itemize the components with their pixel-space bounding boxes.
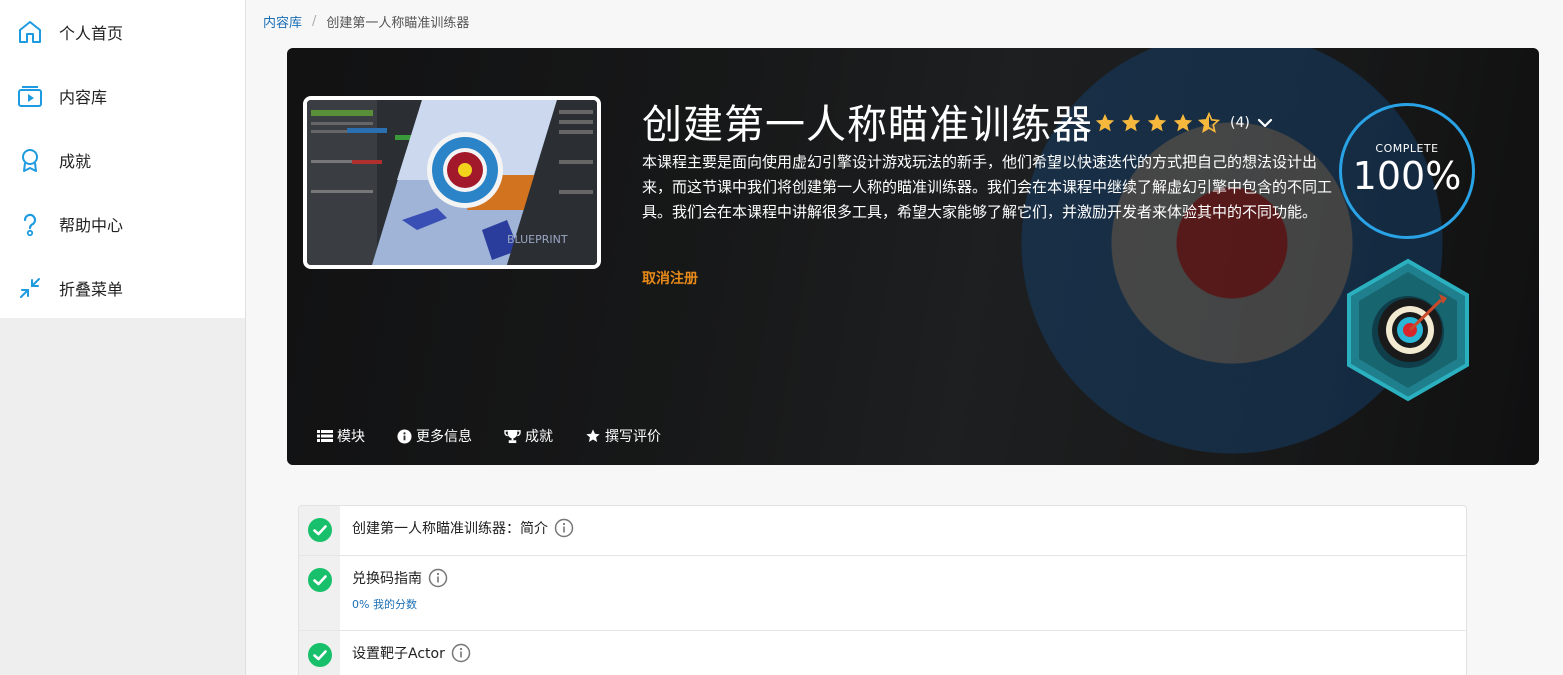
award-icon <box>16 146 44 174</box>
unenroll-link[interactable]: 取消注册 <box>642 268 698 288</box>
breadcrumb-parent-link[interactable]: 内容库 <box>263 12 302 31</box>
tab-achievements[interactable]: 成就 <box>504 426 553 446</box>
collapse-icon <box>16 274 44 302</box>
completion-ring: COMPLETE 100% <box>1339 103 1475 239</box>
completion-percent: 100% <box>1353 155 1462 197</box>
sidebar-item-collapse[interactable]: 折叠菜单 <box>0 256 245 320</box>
module-status-cell <box>299 556 340 630</box>
list-icon <box>317 429 333 443</box>
tab-label: 模块 <box>337 426 365 446</box>
star-full-icon <box>1172 112 1194 134</box>
sidebar-item-label: 帮助中心 <box>59 212 123 236</box>
module-row[interactable]: 创建第一人称瞄准训练器：简介 <box>299 506 1466 556</box>
star-full-icon <box>1120 112 1142 134</box>
star-half-icon <box>1198 112 1220 134</box>
info-circle-icon[interactable] <box>554 518 574 538</box>
tab-label: 更多信息 <box>416 426 472 446</box>
star-full-icon <box>1146 112 1168 134</box>
sidebar-item-help[interactable]: 帮助中心 <box>0 192 245 256</box>
course-rating[interactable]: (4) <box>1094 112 1274 134</box>
chevron-down-icon[interactable] <box>1256 114 1274 132</box>
target-badge-icon <box>1343 258 1473 407</box>
tab-label: 撰写评价 <box>605 426 661 446</box>
sidebar: 个人首页 内容库 成就 帮助中心 折叠菜单 <box>0 0 246 675</box>
info-circle-icon[interactable] <box>428 568 448 588</box>
sidebar-item-library[interactable]: 内容库 <box>0 64 245 128</box>
breadcrumb-separator: / <box>312 14 316 29</box>
tab-more-info[interactable]: 更多信息 <box>397 426 472 446</box>
info-icon <box>397 429 412 444</box>
module-title-line: 创建第一人称瞄准训练器：简介 <box>352 518 1466 538</box>
course-description: 本课程主要是面向使用虚幻引擎设计游戏玩法的新手，他们希望以快速迭代的方式把自己的… <box>642 150 1332 225</box>
sidebar-menu: 个人首页 内容库 成就 帮助中心 折叠菜单 <box>0 0 245 318</box>
module-body: 设置靶子Actor <box>340 631 1466 675</box>
module-body: 创建第一人称瞄准训练器：简介 <box>340 506 1466 555</box>
tab-modules[interactable]: 模块 <box>317 426 365 446</box>
tab-write-review[interactable]: 撰写评价 <box>585 426 661 446</box>
module-title-line: 设置靶子Actor <box>352 643 1466 663</box>
module-title[interactable]: 兑换码指南 <box>352 568 422 588</box>
module-title-line: 兑换码指南 <box>352 568 1466 588</box>
home-icon <box>16 18 44 46</box>
info-circle-icon[interactable] <box>451 643 471 663</box>
course-title: 创建第一人称瞄准训练器 <box>642 92 1093 150</box>
breadcrumb-current: 创建第一人称瞄准训练器 <box>326 12 469 31</box>
check-circle-icon <box>308 643 332 667</box>
tab-label: 成就 <box>525 426 553 446</box>
module-score: 0% 我的分数 <box>352 596 1466 612</box>
sidebar-item-label: 内容库 <box>59 84 107 108</box>
course-thumbnail: BLUEPRINT <box>303 96 601 269</box>
star-icon <box>585 428 601 444</box>
help-icon <box>16 210 44 238</box>
library-icon <box>16 82 44 110</box>
module-status-cell <box>299 631 340 675</box>
check-circle-icon <box>308 518 332 542</box>
module-title[interactable]: 设置靶子Actor <box>352 643 445 663</box>
module-row[interactable]: 兑换码指南 0% 我的分数 <box>299 556 1466 631</box>
completion-caption: COMPLETE <box>1375 142 1438 155</box>
module-status-cell <box>299 506 340 555</box>
sidebar-item-label: 折叠菜单 <box>59 276 123 300</box>
rating-count: (4) <box>1230 115 1250 131</box>
module-row[interactable]: 设置靶子Actor <box>299 631 1466 675</box>
module-title[interactable]: 创建第一人称瞄准训练器：简介 <box>352 518 548 538</box>
sidebar-item-achievements[interactable]: 成就 <box>0 128 245 192</box>
module-list: 创建第一人称瞄准训练器：简介 兑换码指南 0% 我的分数 设置靶子Actor <box>298 505 1467 675</box>
trophy-icon <box>504 429 521 444</box>
module-body: 兑换码指南 0% 我的分数 <box>340 556 1466 630</box>
hero-tabs: 模块 更多信息 成就 撰写评价 <box>317 426 693 446</box>
sidebar-item-label: 个人首页 <box>59 20 123 44</box>
star-full-icon <box>1094 112 1116 134</box>
thumbnail-caption: BLUEPRINT <box>507 233 568 246</box>
breadcrumb: 内容库 / 创建第一人称瞄准训练器 <box>263 12 469 31</box>
course-hero: BLUEPRINT 创建第一人称瞄准训练器 (4) 本课程主要是面向使用虚幻引擎… <box>287 48 1539 465</box>
sidebar-item-label: 成就 <box>59 148 91 172</box>
sidebar-item-home[interactable]: 个人首页 <box>0 0 245 64</box>
check-circle-icon <box>308 568 332 592</box>
